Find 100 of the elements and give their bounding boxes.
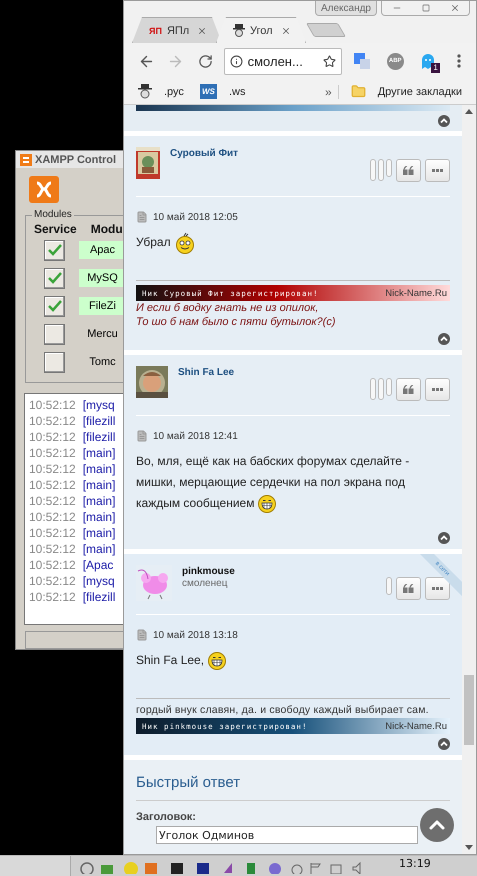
more-icon — [432, 587, 443, 590]
reload-icon — [198, 54, 212, 68]
info-icon — [230, 54, 243, 68]
log-source: [main] — [82, 477, 116, 493]
log-source: [mysq — [82, 397, 115, 413]
scrollbar-thumb[interactable] — [464, 675, 474, 745]
reputation-toggle[interactable] — [386, 577, 392, 595]
signature-quote: То шо б нам было с пяти бутылок?(с) — [136, 315, 336, 329]
quote-icon — [403, 166, 414, 175]
post-text: Во, мля, ещё как на бабских форумах сделайте - мишки, мерцающие сердечки на пол экрана под каждым сообщением — [136, 451, 450, 514]
log-time: 10:52:12 — [29, 413, 76, 429]
reputation-toggle[interactable] — [370, 378, 376, 400]
post-date: 10 май 2018 13:18 — [153, 630, 238, 640]
browser-tab[interactable]: Угол — [216, 17, 306, 43]
post-date: 10 май 2018 12:41 — [153, 430, 238, 442]
reputation-toggle[interactable] — [378, 159, 384, 181]
title-input[interactable]: Уголок Одминов — [156, 826, 418, 844]
log-time: 10:52:12 — [29, 573, 76, 589]
service-checkbox[interactable] — [44, 352, 65, 372]
user-rank: смоленец — [182, 578, 228, 589]
grin-icon — [208, 652, 226, 670]
quote-button[interactable] — [396, 378, 421, 401]
close-tab-icon[interactable] — [281, 26, 291, 36]
scroll-up-arrow-icon[interactable] — [465, 109, 473, 114]
document-icon — [136, 211, 148, 223]
more-icon — [432, 388, 443, 391]
clock: 13:19 — [399, 857, 431, 870]
xampp-logo-icon — [20, 154, 32, 166]
scroll-up-icon[interactable] — [438, 532, 450, 544]
log-source: [Apac — [82, 557, 114, 573]
log-time: 10:52:12 — [29, 477, 76, 493]
field-label: Заголовок: — [136, 811, 197, 823]
more-icon — [432, 169, 443, 172]
translate-icon — [354, 53, 370, 69]
bookmarks-overflow-button[interactable]: » — [319, 84, 339, 98]
more-button[interactable] — [425, 577, 450, 600]
author-link[interactable]: Суровый Фит — [170, 148, 360, 159]
service-checkbox[interactable] — [44, 240, 65, 260]
close-tab-icon[interactable] — [197, 26, 207, 36]
maximize-icon — [422, 4, 430, 12]
log-time: 10:52:12 — [29, 589, 76, 605]
more-button[interactable] — [425, 159, 450, 182]
check-icon — [48, 244, 62, 256]
log-time: 10:52:12 — [29, 509, 76, 525]
group-label: Modules — [32, 209, 74, 220]
address-bar[interactable]: смолен... — [224, 48, 342, 74]
module-name: Tomc — [88, 355, 117, 370]
scroll-up-icon[interactable] — [438, 115, 450, 127]
post-text: Убрал — [136, 232, 450, 272]
post-date: 10 май 2018 12:05 — [153, 212, 238, 222]
quote-button[interactable] — [396, 159, 421, 182]
scroll-up-icon[interactable] — [438, 333, 450, 345]
service-checkbox[interactable] — [44, 268, 65, 288]
extension-badge: 1 — [431, 63, 440, 73]
log-source: [main] — [82, 493, 116, 509]
log-time: 10:52:12 — [29, 429, 76, 445]
column-header: Service — [34, 222, 77, 236]
module-name: FileZi — [79, 297, 126, 315]
scroll-up-icon[interactable] — [438, 738, 450, 750]
module-name: MySQ — [79, 269, 126, 287]
author-link[interactable]: pinkmouse — [182, 566, 376, 577]
log-source: [main] — [82, 525, 116, 541]
quote-icon — [403, 584, 414, 593]
reputation-toggle[interactable] — [386, 378, 392, 396]
close-icon — [450, 3, 460, 13]
signature-quote: И если б водку гнать не из опилок, — [136, 301, 320, 315]
reputation-toggle[interactable] — [370, 159, 376, 181]
bookmark-link[interactable]: WS .ws — [200, 84, 246, 99]
post-text: Shin Fa Lee, — [136, 650, 450, 690]
author-link[interactable]: Shin Fa Lee — [178, 367, 360, 378]
more-button[interactable] — [425, 378, 450, 401]
service-checkbox[interactable] — [44, 296, 65, 316]
document-icon — [136, 629, 148, 641]
section-title: Быстрый ответ — [136, 774, 450, 801]
grin-icon — [258, 494, 276, 513]
log-time: 10:52:12 — [29, 461, 76, 477]
quote-button[interactable] — [396, 577, 421, 600]
window-title: XAMPP Control — [16, 151, 126, 168]
reputation-toggle[interactable] — [386, 159, 392, 177]
service-checkbox[interactable] — [44, 324, 65, 344]
reputation-toggle[interactable] — [378, 378, 384, 400]
log-source: [main] — [82, 509, 116, 525]
log-time: 10:52:12 — [29, 557, 76, 573]
module-name: Apac — [79, 241, 126, 259]
log-source: [filezill — [82, 589, 116, 605]
profile-button[interactable]: Александр — [314, 1, 377, 16]
quote-icon — [403, 385, 414, 394]
log-source: [filezill — [82, 429, 116, 445]
log-time: 10:52:12 — [29, 397, 76, 413]
bookmark-folder[interactable]: Другие закладки — [350, 84, 462, 99]
scroll-down-arrow-icon[interactable] — [465, 845, 473, 850]
log-time: 10:52:12 — [29, 445, 76, 461]
check-icon — [48, 300, 62, 312]
folder-icon — [350, 84, 366, 99]
check-icon — [48, 272, 62, 284]
ghost-extension-button[interactable]: 1 — [416, 49, 441, 73]
banner-site: Nick-Name.Ru — [385, 720, 447, 732]
bookmark-link[interactable]: .рус — [138, 84, 184, 99]
star-icon[interactable] — [322, 54, 336, 68]
favicon-text: ЯП — [149, 26, 162, 36]
